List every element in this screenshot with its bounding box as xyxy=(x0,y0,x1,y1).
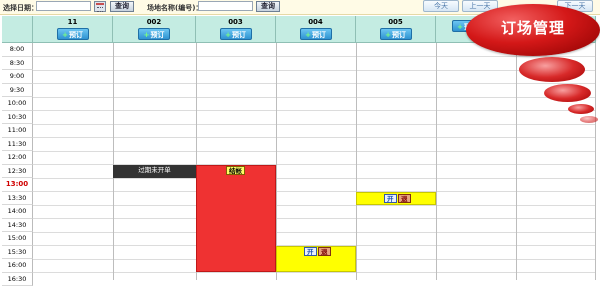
booking-pending[interactable]: 开 退 xyxy=(276,246,356,272)
time-label: 12:00 xyxy=(2,151,33,165)
time-label: 10:30 xyxy=(2,111,33,125)
plus-icon: + xyxy=(385,31,391,39)
column-divider xyxy=(356,43,357,280)
decorative-bubble xyxy=(544,84,591,102)
court-header-11: 11 +预订 xyxy=(33,16,113,43)
time-label: 8:00 xyxy=(2,43,33,57)
column-divider xyxy=(113,43,114,280)
row-divider xyxy=(33,97,596,98)
row-divider xyxy=(33,232,596,233)
today-button[interactable]: 今天 xyxy=(423,0,459,12)
book-button-court-005[interactable]: +预订 xyxy=(380,28,412,40)
time-label: 11:00 xyxy=(2,124,33,138)
column-divider xyxy=(516,43,517,280)
row-divider xyxy=(33,124,596,125)
court-name: 004 xyxy=(276,18,355,26)
court-header-003: 003 +预订 xyxy=(196,16,276,43)
row-divider xyxy=(33,70,596,71)
plus-icon: + xyxy=(62,31,68,39)
settle-button[interactable]: 结帐 xyxy=(226,166,245,175)
court-header-004: 004 +预订 xyxy=(276,16,356,43)
book-button-court-002[interactable]: +预订 xyxy=(138,28,170,40)
booking-expired[interactable]: 过期未开单 xyxy=(113,165,196,178)
time-label: 12:30 xyxy=(2,165,33,179)
row-divider xyxy=(33,110,596,111)
time-label: 10:00 xyxy=(2,97,33,111)
row-divider xyxy=(33,272,596,273)
court-name: 002 xyxy=(113,18,195,26)
plus-icon: + xyxy=(144,31,150,39)
venue-label: 场地名称(编号)： xyxy=(147,3,202,13)
book-label: 预订 xyxy=(150,31,164,39)
time-label: 9:00 xyxy=(2,70,33,84)
time-label: 13:30 xyxy=(2,192,33,206)
date-query-button[interactable]: 查询 xyxy=(110,1,134,12)
court-header-002: 002 +预订 xyxy=(113,16,196,43)
logo-text: 订场管理 xyxy=(466,17,600,38)
column-divider xyxy=(436,43,437,280)
time-label: 9:30 xyxy=(2,84,33,98)
time-label: 8:30 xyxy=(2,57,33,71)
refund-button[interactable]: 退 xyxy=(318,247,331,256)
date-input[interactable] xyxy=(36,1,91,11)
plus-icon: + xyxy=(305,31,311,39)
venue-query-button[interactable]: 查询 xyxy=(256,1,280,12)
row-divider xyxy=(33,151,596,152)
open-button[interactable]: 开 xyxy=(384,194,397,203)
current-time-label: 13:00 xyxy=(2,178,33,192)
booking-pending[interactable]: 开 退 xyxy=(356,192,436,205)
time-label: 16:30 xyxy=(2,273,33,286)
open-button[interactable]: 开 xyxy=(304,247,317,256)
decorative-bubble xyxy=(568,104,594,114)
refund-button[interactable]: 退 xyxy=(398,194,411,203)
time-label: 14:00 xyxy=(2,205,33,219)
court-name: 003 xyxy=(196,18,275,26)
book-button-court-11[interactable]: +预订 xyxy=(57,28,89,40)
booking-settled[interactable]: 结帐 xyxy=(196,165,276,272)
book-label: 预订 xyxy=(232,31,246,39)
time-label: 14:30 xyxy=(2,219,33,233)
calendar-icon[interactable] xyxy=(94,1,106,12)
decorative-bubble xyxy=(580,116,598,123)
court-name: 005 xyxy=(356,18,435,26)
logo: 订场管理 xyxy=(466,4,600,56)
column-divider xyxy=(276,43,277,280)
time-label: 16:00 xyxy=(2,259,33,273)
row-divider xyxy=(33,191,596,192)
decorative-bubble xyxy=(519,57,585,82)
column-divider xyxy=(595,43,596,280)
plus-icon: + xyxy=(225,31,231,39)
row-divider xyxy=(33,137,596,138)
time-column-header xyxy=(2,16,33,43)
row-divider xyxy=(33,218,596,219)
book-label: 预订 xyxy=(69,31,83,39)
book-button-court-003[interactable]: +预订 xyxy=(220,28,252,40)
row-divider xyxy=(33,56,596,57)
court-header-005: 005 +预订 xyxy=(356,16,436,43)
venue-input[interactable] xyxy=(198,1,253,11)
date-label: 选择日期： xyxy=(3,3,38,13)
plus-icon: + xyxy=(457,23,463,31)
time-label: 11:30 xyxy=(2,138,33,152)
book-label: 预订 xyxy=(312,31,326,39)
court-name: 11 xyxy=(33,18,112,26)
time-label: 15:00 xyxy=(2,232,33,246)
time-label: 15:30 xyxy=(2,246,33,260)
row-divider xyxy=(33,83,596,84)
book-button-court-004[interactable]: +预订 xyxy=(300,28,332,40)
book-label: 预订 xyxy=(392,31,406,39)
row-divider xyxy=(33,205,596,206)
